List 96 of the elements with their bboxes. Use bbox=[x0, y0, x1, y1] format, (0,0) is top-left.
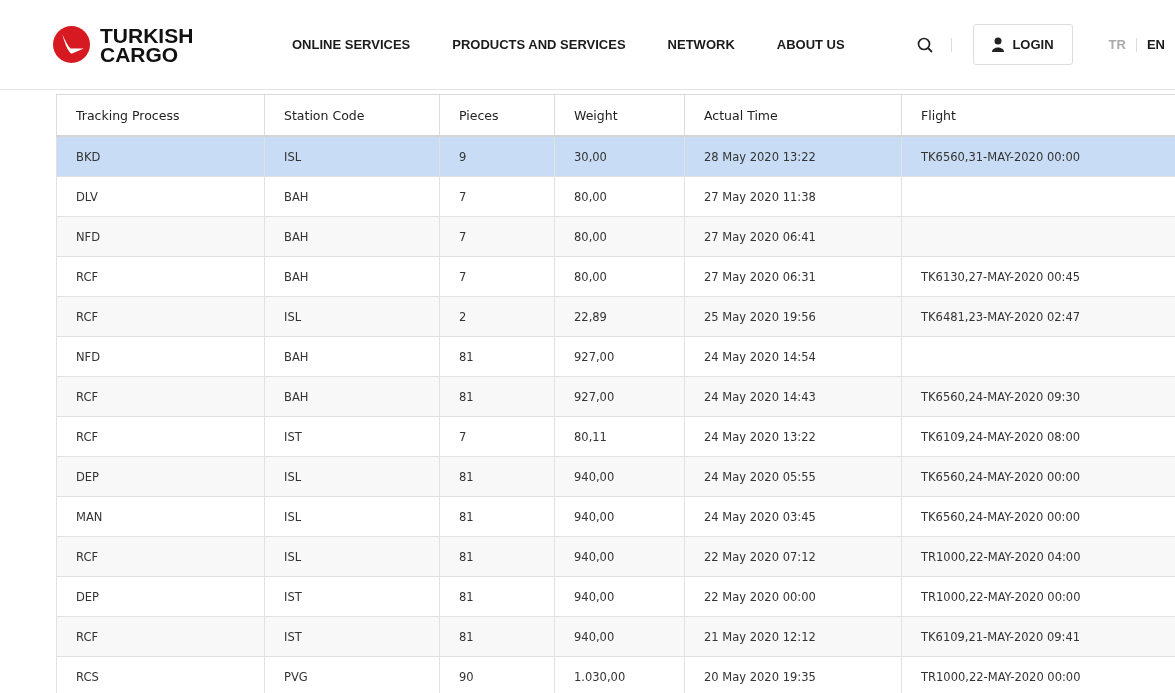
table-cell: BAH bbox=[264, 176, 440, 217]
table-cell: ISL bbox=[264, 536, 440, 577]
table-cell: RCS bbox=[56, 656, 265, 693]
table-row[interactable]: RCF IST 7 80,11 24 May 2020 13:22 TK6109,24-MAY-2020 08:00 bbox=[56, 416, 1175, 457]
logo-icon bbox=[53, 26, 90, 63]
table-cell: 22 May 2020 00:00 bbox=[684, 576, 902, 617]
table-cell: DEP bbox=[56, 456, 265, 497]
table-cell: 27 May 2020 06:41 bbox=[684, 216, 902, 257]
table-cell: 80,00 bbox=[554, 216, 685, 257]
table-cell: 7 bbox=[439, 416, 555, 457]
table-cell: ISL bbox=[264, 456, 440, 497]
column-header: Flight bbox=[901, 94, 1175, 136]
table-cell: 24 May 2020 13:22 bbox=[684, 416, 902, 457]
table-cell: 927,00 bbox=[554, 336, 685, 377]
table-cell: 9 bbox=[439, 136, 555, 177]
table-cell: ISL bbox=[264, 136, 440, 177]
table-cell: 81 bbox=[439, 536, 555, 577]
table-cell: NFD bbox=[56, 336, 265, 377]
table-cell: BAH bbox=[264, 376, 440, 417]
table-row[interactable]: DLV BAH 7 80,00 27 May 2020 11:38 bbox=[56, 176, 1175, 217]
table-cell: 940,00 bbox=[554, 496, 685, 537]
nav-link[interactable]: PRODUCTS AND SERVICES bbox=[452, 37, 626, 52]
table-row[interactable]: DEP ISL 81 940,00 24 May 2020 05:55 TK6560,24-MAY-2020 00:00 bbox=[56, 456, 1175, 497]
table-cell: 81 bbox=[439, 456, 555, 497]
table-cell: 80,00 bbox=[554, 256, 685, 297]
table-cell: DLV bbox=[56, 176, 265, 217]
table-cell: 80,00 bbox=[554, 176, 685, 217]
table-cell: ISL bbox=[264, 496, 440, 537]
nav-link[interactable]: ONLINE SERVICES bbox=[292, 37, 411, 52]
table-cell: IST bbox=[264, 416, 440, 457]
table-cell: 81 bbox=[439, 496, 555, 537]
table-row[interactable]: RCF ISL 2 22,89 25 May 2020 19:56 TK6481,23-MAY-2020 02:47 bbox=[56, 296, 1175, 337]
table-cell: 940,00 bbox=[554, 456, 685, 497]
column-header: Pieces bbox=[439, 94, 555, 136]
column-header: Weight bbox=[554, 94, 685, 136]
table-cell: 24 May 2020 14:54 bbox=[684, 336, 902, 377]
column-header: Actual Time bbox=[684, 94, 902, 136]
table-cell: DEP bbox=[56, 576, 265, 617]
table-cell: ISL bbox=[264, 296, 440, 337]
language-link[interactable]: EN bbox=[1136, 37, 1175, 52]
table-cell: 30,00 bbox=[554, 136, 685, 177]
table-cell: 81 bbox=[439, 336, 555, 377]
table-cell: 940,00 bbox=[554, 536, 685, 577]
table-row[interactable]: RCF ISL 81 940,00 22 May 2020 07:12 TR1000,22-MAY-2020 04:00 bbox=[56, 536, 1175, 577]
table-cell: 24 May 2020 14:43 bbox=[684, 376, 902, 417]
table-cell: IST bbox=[264, 576, 440, 617]
table-row[interactable]: RCF BAH 81 927,00 24 May 2020 14:43 TK6560,24-MAY-2020 09:30 bbox=[56, 376, 1175, 417]
table-cell: 81 bbox=[439, 576, 555, 617]
table-cell: IST bbox=[264, 616, 440, 657]
column-header: Station Code bbox=[264, 94, 440, 136]
table-cell: 2 bbox=[439, 296, 555, 337]
logo-text: TURKISH CARGO bbox=[100, 25, 194, 64]
table-row[interactable]: NFD BAH 81 927,00 24 May 2020 14:54 bbox=[56, 336, 1175, 377]
table-cell: 22 May 2020 07:12 bbox=[684, 536, 902, 577]
table-cell: BAH bbox=[264, 216, 440, 257]
table-cell: 24 May 2020 05:55 bbox=[684, 456, 902, 497]
table-cell: BAH bbox=[264, 256, 440, 297]
table-cell: RCF bbox=[56, 256, 265, 297]
table-cell: BAH bbox=[264, 336, 440, 377]
table-row[interactable]: BKD ISL 9 30,00 28 May 2020 13:22 TK6560,31-MAY-2020 00:00 bbox=[56, 136, 1175, 177]
user-icon bbox=[992, 37, 1005, 52]
table-cell: MAN bbox=[56, 496, 265, 537]
table-cell: 81 bbox=[439, 616, 555, 657]
table-cell: 27 May 2020 06:31 bbox=[684, 256, 902, 297]
table-cell: 927,00 bbox=[554, 376, 685, 417]
table-cell: RCF bbox=[56, 296, 265, 337]
login-button[interactable]: LOGIN bbox=[973, 24, 1073, 65]
table-cell: RCF bbox=[56, 616, 265, 657]
table-row[interactable]: MAN ISL 81 940,00 24 May 2020 03:45 TK6560,24-MAY-2020 00:00 bbox=[56, 496, 1175, 537]
nav-link[interactable]: NETWORK bbox=[667, 37, 735, 52]
table-cell: 25 May 2020 19:56 bbox=[684, 296, 902, 337]
table-cell: 28 May 2020 13:22 bbox=[684, 136, 902, 177]
table-cell: 7 bbox=[439, 256, 555, 297]
table-row[interactable]: RCF IST 81 940,00 21 May 2020 12:12 TK6109,21-MAY-2020 09:41 bbox=[56, 616, 1175, 657]
table-cell: RCF bbox=[56, 536, 265, 577]
table-cell: BKD bbox=[56, 136, 265, 177]
table-cell: 27 May 2020 11:38 bbox=[684, 176, 902, 217]
table-cell: 940,00 bbox=[554, 616, 685, 657]
table-cell: RCF bbox=[56, 376, 265, 417]
table-row[interactable]: RCS PVG 90 1.030,00 20 May 2020 19:35 TR1000,22-MAY-2020 00:00 bbox=[56, 656, 1175, 693]
search-icon[interactable] bbox=[917, 36, 934, 53]
table-cell: 24 May 2020 03:45 bbox=[684, 496, 902, 537]
table-cell: 22,89 bbox=[554, 296, 685, 337]
column-header: Tracking Process bbox=[56, 94, 265, 136]
table-cell: 940,00 bbox=[554, 576, 685, 617]
table-row[interactable]: NFD BAH 7 80,00 27 May 2020 06:41 bbox=[56, 216, 1175, 257]
table-row[interactable]: DEP IST 81 940,00 22 May 2020 00:00 TR1000,22-MAY-2020 00:00 bbox=[56, 576, 1175, 617]
table-row[interactable]: RCF BAH 7 80,00 27 May 2020 06:31 TK6130,27-MAY-2020 00:45 bbox=[56, 256, 1175, 297]
table-cell: 81 bbox=[439, 376, 555, 417]
table-cell: 21 May 2020 12:12 bbox=[684, 616, 902, 657]
table-cell: RCF bbox=[56, 416, 265, 457]
table-cell: 7 bbox=[439, 176, 555, 217]
nav-link[interactable]: ABOUT US bbox=[776, 37, 845, 52]
table-cell: 80,11 bbox=[554, 416, 685, 457]
table-cell: NFD bbox=[56, 216, 265, 257]
table-cell: 7 bbox=[439, 216, 555, 257]
